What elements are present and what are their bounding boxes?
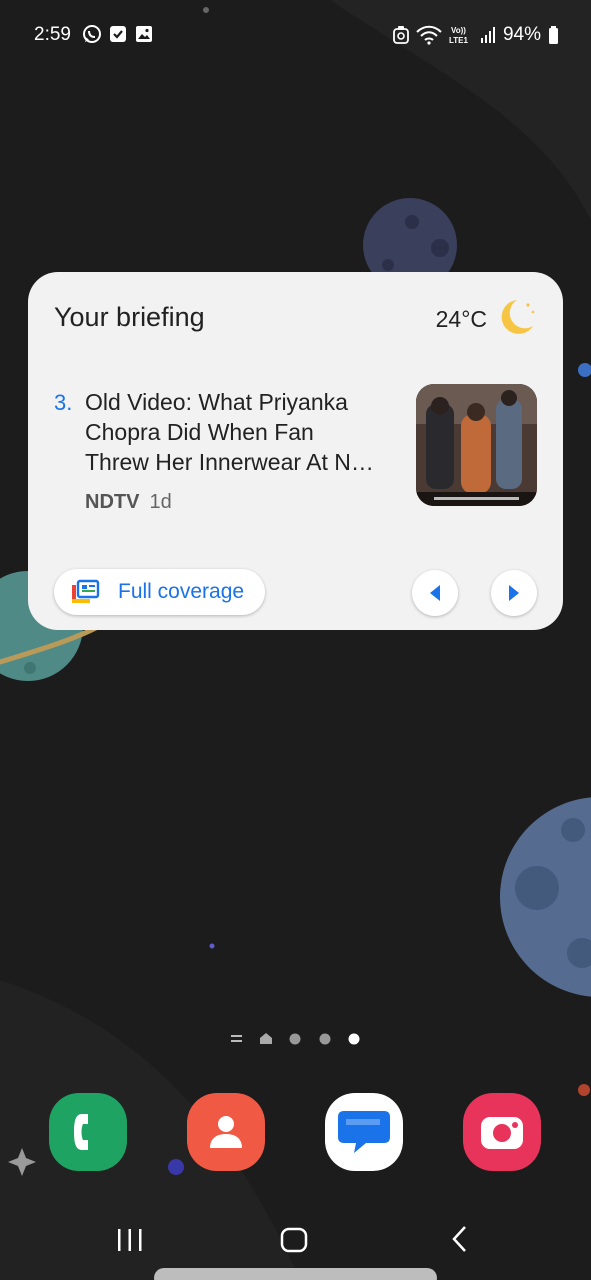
page-home-icon <box>260 1033 272 1044</box>
svg-text:Vo)): Vo)) <box>451 26 466 35</box>
moon-icon <box>501 300 535 334</box>
previous-story-button[interactable] <box>412 570 458 616</box>
battery-percent: 94% <box>502 24 541 45</box>
story-meta: NDTV 1d <box>85 491 172 514</box>
checkbox-notification-icon <box>110 26 126 42</box>
battery-icon <box>549 26 558 44</box>
home-icon[interactable] <box>280 1227 308 1253</box>
story-age: 1d <box>149 491 172 513</box>
chevron-right-icon <box>509 585 519 601</box>
notification-icons <box>82 24 154 44</box>
messages-app[interactable] <box>325 1093 403 1171</box>
chevron-left-icon <box>430 585 440 601</box>
page-list-icon <box>231 1035 242 1037</box>
gallery-icon <box>136 26 152 42</box>
camera-icon <box>481 1117 523 1149</box>
headline-line: Threw Her Innerwear At N… <box>85 449 374 475</box>
temperature: 24°C <box>435 306 487 332</box>
messages-icon <box>338 1111 390 1153</box>
phone-app[interactable] <box>49 1093 127 1171</box>
wallpaper <box>0 0 591 1280</box>
full-coverage-label: Full coverage <box>118 580 245 603</box>
full-coverage-icon <box>72 579 100 603</box>
gesture-handle <box>154 1268 437 1280</box>
page-dot <box>319 1033 331 1045</box>
phone-icon <box>74 1114 88 1150</box>
page-indicator[interactable] <box>230 1031 365 1047</box>
wifi-icon <box>416 25 442 45</box>
story-source: NDTV <box>85 491 140 513</box>
story-headline[interactable]: Old Video: What Priyanka Chopra Did When… <box>85 387 395 477</box>
svg-text:LTE1: LTE1 <box>449 36 469 45</box>
page-indicator-dots <box>231 1033 360 1045</box>
story-thumbnail[interactable] <box>416 384 537 506</box>
system-status: Vo)) LTE1 94% <box>393 24 559 46</box>
full-coverage-button[interactable]: Full coverage <box>54 569 265 615</box>
next-story-button[interactable] <box>491 570 537 616</box>
volte-lte-icon: Vo)) LTE1 <box>449 26 469 45</box>
page-dot <box>289 1033 301 1045</box>
headline-line: Chopra Did When Fan <box>85 419 314 445</box>
briefing-widget[interactable]: Your briefing 24°C 3. Old Video: What Pr… <box>28 272 563 630</box>
thumbnail-image <box>416 384 537 506</box>
camera-app[interactable] <box>463 1093 541 1171</box>
whatsapp-icon <box>83 25 101 43</box>
contacts-app[interactable] <box>187 1093 265 1171</box>
page-dot-active <box>348 1033 360 1045</box>
widget-title: Your briefing <box>54 302 205 332</box>
status-bar: 2:59 Vo)) LTE1 94% <box>0 0 591 70</box>
signal-icon <box>480 27 495 43</box>
status-time: 2:59 <box>34 24 71 45</box>
recents-icon[interactable] <box>116 1227 144 1253</box>
headline-line: Old Video: What Priyanka <box>85 389 348 415</box>
story-number: 3. <box>54 390 73 415</box>
back-icon[interactable] <box>450 1225 470 1253</box>
sync-icon <box>393 26 409 44</box>
contacts-icon <box>210 1116 242 1148</box>
